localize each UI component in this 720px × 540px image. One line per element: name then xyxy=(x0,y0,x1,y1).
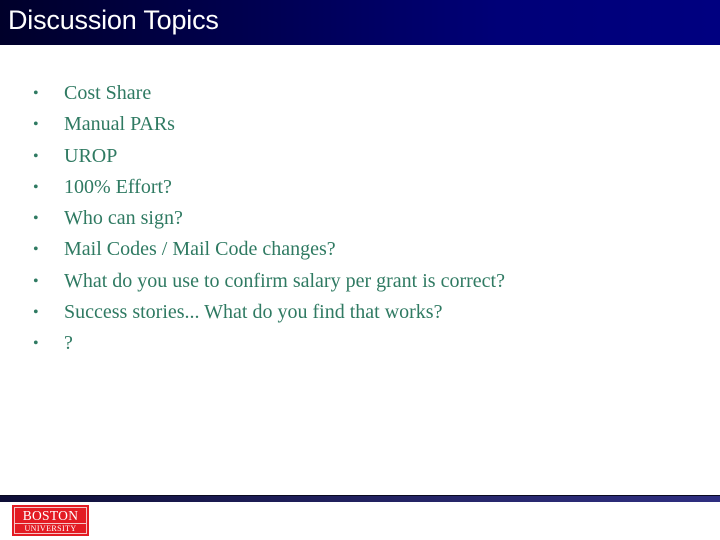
list-item: • 100% Effort? xyxy=(0,172,720,203)
logo-line-2: UNIVERSITY xyxy=(24,524,77,533)
topic-list: • Cost Share • Manual PARs • UROP • 100%… xyxy=(0,78,720,360)
bullet-icon: • xyxy=(33,272,39,290)
list-item-text: ? xyxy=(64,332,73,355)
list-item-text: Mail Codes / Mail Code changes? xyxy=(64,238,336,261)
bullet-icon: • xyxy=(33,178,39,196)
list-item: • Mail Codes / Mail Code changes? xyxy=(0,234,720,265)
slide-title: Discussion Topics xyxy=(8,5,219,35)
bullet-icon: • xyxy=(33,304,39,322)
list-item-text: 100% Effort? xyxy=(64,175,172,198)
bullet-icon: • xyxy=(33,116,39,134)
bullet-icon: • xyxy=(33,85,39,102)
list-item: • Success stories... What do you find th… xyxy=(0,297,720,328)
slide-content: • Cost Share • Manual PARs • UROP • 100%… xyxy=(0,78,720,360)
footer-divider-bar xyxy=(0,495,720,502)
list-item-text: Manual PARs xyxy=(64,113,175,136)
list-item: • Manual PARs xyxy=(0,109,720,140)
list-item-text: Success stories... What do you find that… xyxy=(64,301,443,324)
list-item-text: Who can sign? xyxy=(64,207,183,230)
list-item-text: Cost Share xyxy=(64,82,152,104)
logo-border: BOSTON UNIVERSITY xyxy=(14,507,87,534)
list-item: • ? xyxy=(0,328,720,359)
list-item: • UROP xyxy=(0,141,720,172)
bullet-icon: • xyxy=(33,335,39,353)
boston-university-logo: BOSTON UNIVERSITY xyxy=(12,505,89,536)
bullet-icon: • xyxy=(33,147,39,165)
bullet-icon: • xyxy=(33,241,39,259)
list-item: • Cost Share xyxy=(0,78,720,109)
logo-line-1: BOSTON xyxy=(22,508,79,523)
bullet-icon: • xyxy=(33,210,39,228)
list-item-text: UROP xyxy=(64,144,118,167)
list-item-text: What do you use to confirm salary per gr… xyxy=(64,269,505,292)
list-item: • What do you use to confirm salary per … xyxy=(0,266,720,297)
list-item: • Who can sign? xyxy=(0,203,720,234)
slide-header: Discussion Topics xyxy=(0,0,720,45)
